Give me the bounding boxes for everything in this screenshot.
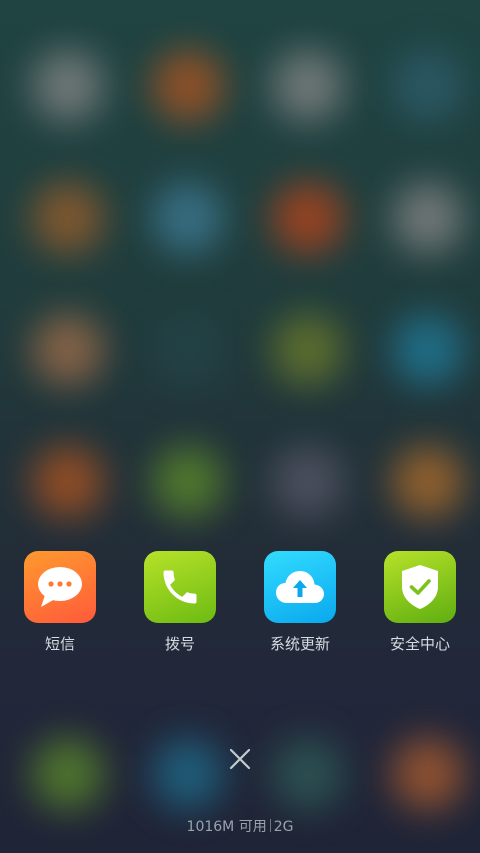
status-separator: [269, 819, 271, 832]
blurred-app-icon: [152, 50, 224, 122]
dialer-app-icon: [144, 551, 216, 623]
memory-status-bar: 1016M 可用 2G: [0, 816, 480, 836]
app-dialer[interactable]: 拨号: [120, 551, 240, 654]
message-bubble-icon: [38, 567, 82, 607]
blurred-app-icon: [392, 182, 464, 254]
sms-app-icon: [24, 551, 96, 623]
blurred-app-icon: [392, 446, 464, 518]
app-security-center[interactable]: 安全中心: [360, 551, 480, 654]
recent-apps-dock: 短信 拨号 系统更新 安全中心: [0, 551, 480, 661]
system-update-app-icon: [264, 551, 336, 623]
blurred-app-icon: [272, 182, 344, 254]
blurred-app-icon: [392, 738, 464, 810]
security-center-app-icon: [384, 551, 456, 623]
close-recents-button[interactable]: [222, 741, 258, 777]
sms-app-label: 短信: [44, 635, 75, 653]
blurred-app-icon: [32, 50, 104, 122]
blurred-app-icon: [152, 182, 224, 254]
blurred-app-icon: [32, 738, 104, 810]
blurred-app-icon: [272, 50, 344, 122]
shield-check-icon: [402, 565, 438, 609]
blurred-app-icon: [392, 314, 464, 386]
phone-icon: [163, 570, 197, 604]
blurred-app-icon: [152, 738, 224, 810]
blurred-app-icon: [272, 314, 344, 386]
blurred-app-icon: [152, 314, 224, 386]
free-memory-text: 1016M 可用: [186, 819, 267, 835]
blurred-app-icon: [32, 446, 104, 518]
cloud-upload-icon: [276, 571, 324, 603]
dialer-app-label: 拨号: [164, 635, 195, 653]
app-system-update[interactable]: 系统更新: [240, 551, 360, 654]
blurred-app-icon: [32, 314, 104, 386]
blurred-app-icon: [272, 738, 344, 810]
blurred-app-icon: [152, 446, 224, 518]
blurred-app-icon: [32, 182, 104, 254]
app-sms[interactable]: 短信: [0, 551, 120, 654]
network-type-text: 2G: [273, 819, 294, 835]
blurred-app-icon: [272, 446, 344, 518]
blurred-app-icon: [392, 50, 464, 122]
blurred-background: [0, 0, 480, 853]
close-icon: [229, 748, 251, 770]
system-update-app-label: 系统更新: [269, 635, 330, 653]
security-center-app-label: 安全中心: [389, 635, 450, 653]
